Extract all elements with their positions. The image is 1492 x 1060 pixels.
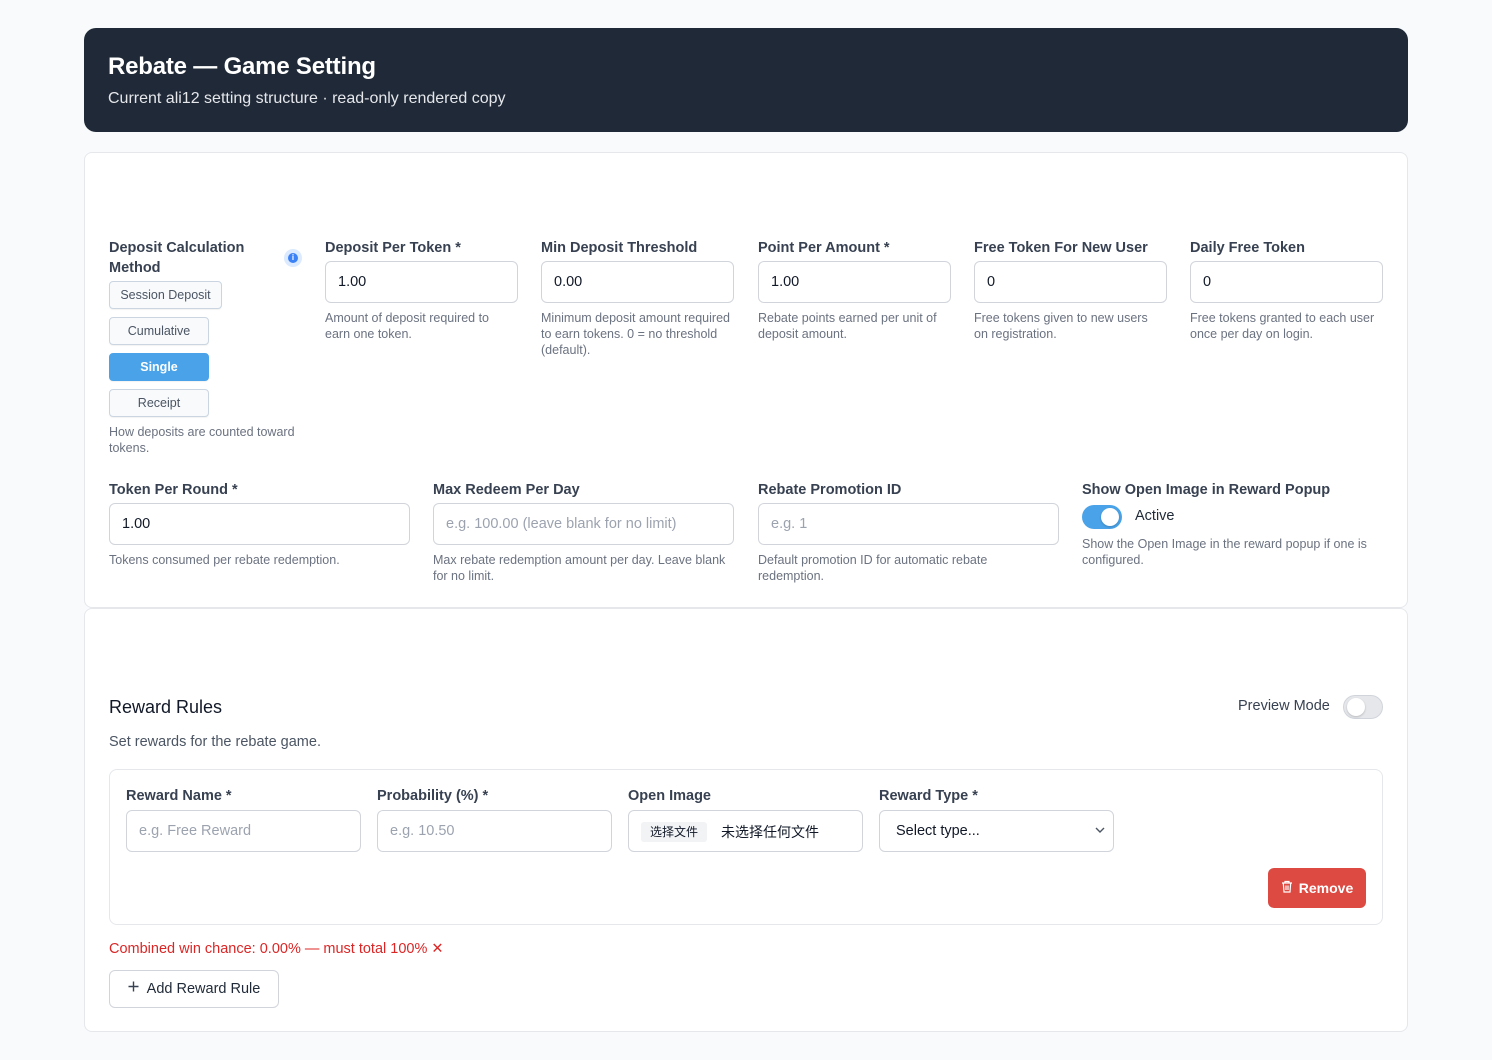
max-redeem-per-day-label: Max Redeem Per Day xyxy=(433,482,580,498)
show-open-image-help: Show the Open Image in the reward popup … xyxy=(1082,537,1367,567)
reward-type-value: Select type... xyxy=(896,823,980,839)
min-deposit-threshold-help: Minimum deposit amount required to earn … xyxy=(541,311,730,357)
info-icon[interactable]: i xyxy=(284,249,302,267)
method-single-button[interactable]: Single xyxy=(109,353,209,381)
point-per-amount-input[interactable]: 1.00 xyxy=(758,261,951,303)
token-per-round-label: Token Per Round * xyxy=(109,482,238,498)
probability-label: Probability (%) * xyxy=(377,788,489,804)
point-per-amount-label: Point Per Amount * xyxy=(758,240,890,256)
show-open-image-state: Active xyxy=(1135,508,1175,524)
probability-input[interactable]: e.g. 10.50 xyxy=(377,810,612,852)
rebate-promotion-id-label: Rebate Promotion ID xyxy=(758,482,902,498)
combined-win-chance-error: Combined win chance: 0.00% — must total … xyxy=(109,941,444,957)
show-open-image-label: Show Open Image in Reward Popup xyxy=(1082,482,1331,498)
plus-icon xyxy=(128,970,139,1006)
remove-button[interactable]: Remove xyxy=(1268,868,1366,908)
add-reward-rule-button[interactable]: Add Reward Rule xyxy=(109,970,279,1008)
method-session-deposit-button[interactable]: Session Deposit xyxy=(109,281,222,309)
free-token-new-user-input[interactable]: 0 xyxy=(974,261,1167,303)
show-open-image-toggle[interactable] xyxy=(1082,505,1122,529)
file-status: 未选择任何文件 xyxy=(721,824,819,840)
token-per-round-help: Tokens consumed per rebate redemption. xyxy=(109,553,340,567)
add-reward-rule-label: Add Reward Rule xyxy=(146,981,261,997)
preview-mode-label: Preview Mode xyxy=(1238,698,1330,714)
reward-name-input[interactable]: e.g. Free Reward xyxy=(126,810,361,852)
deposit-method-help: How deposits are counted toward tokens. xyxy=(109,425,295,455)
game-settings-card: Deposit Calculation Method i Session Dep… xyxy=(84,152,1408,608)
rebate-promotion-id-help: Default promotion ID for automatic rebat… xyxy=(758,553,988,583)
deposit-method-field: Deposit Calculation Method xyxy=(109,238,279,278)
page-subtitle: Current ali12 setting structure · read-o… xyxy=(108,90,506,107)
method-cumulative-button[interactable]: Cumulative xyxy=(109,317,209,345)
reward-type-select[interactable]: Select type... xyxy=(879,810,1114,852)
daily-free-token-input[interactable]: 0 xyxy=(1190,261,1383,303)
trash-icon xyxy=(1281,868,1293,908)
page-header: Rebate — Game Setting Current ali12 sett… xyxy=(84,28,1408,132)
open-image-label: Open Image xyxy=(628,788,711,804)
min-deposit-threshold-input[interactable]: 0.00 xyxy=(541,261,734,303)
daily-free-token-help: Free tokens granted to each user once pe… xyxy=(1190,311,1375,341)
chevron-down-icon xyxy=(1095,811,1105,868)
deposit-per-token-help: Amount of deposit required to earn one t… xyxy=(325,311,489,341)
max-redeem-per-day-input[interactable]: e.g. 100.00 (leave blank for no limit) xyxy=(433,503,734,545)
max-redeem-per-day-help: Max rebate redemption amount per day. Le… xyxy=(433,553,726,583)
deposit-per-token-input[interactable]: 1.00 xyxy=(325,261,518,303)
reward-type-label: Reward Type * xyxy=(879,788,978,804)
daily-free-token-label: Daily Free Token xyxy=(1190,240,1305,256)
reward-rule-row: Reward Name * e.g. Free Reward Probabili… xyxy=(109,769,1383,925)
preview-mode-toggle[interactable] xyxy=(1343,695,1383,719)
min-deposit-threshold-label: Min Deposit Threshold xyxy=(541,240,698,256)
reward-name-label: Reward Name * xyxy=(126,788,232,804)
deposit-method-label: Deposit Calculation Method xyxy=(109,240,245,276)
choose-file-button[interactable]: 选择文件 xyxy=(641,822,708,842)
open-image-file-input[interactable]: 选择文件 未选择任何文件 xyxy=(628,810,863,852)
point-per-amount-help: Rebate points earned per unit of deposit… xyxy=(758,311,937,341)
deposit-per-token-label: Deposit Per Token * xyxy=(325,240,461,256)
reward-rules-title: Reward Rules xyxy=(109,697,223,717)
token-per-round-input[interactable]: 1.00 xyxy=(109,503,410,545)
reward-rules-subtitle: Set rewards for the rebate game. xyxy=(109,734,321,750)
free-token-new-user-label: Free Token For New User xyxy=(974,240,1148,256)
remove-label: Remove xyxy=(1298,880,1354,896)
free-token-new-user-help: Free tokens given to new users on regist… xyxy=(974,311,1148,341)
rebate-promotion-id-input[interactable]: e.g. 1 xyxy=(758,503,1059,545)
reward-rules-card: Reward Rules Preview Mode Set rewards fo… xyxy=(84,608,1408,1032)
page-title: Rebate — Game Setting xyxy=(108,53,376,80)
method-receipt-button[interactable]: Receipt xyxy=(109,389,209,417)
